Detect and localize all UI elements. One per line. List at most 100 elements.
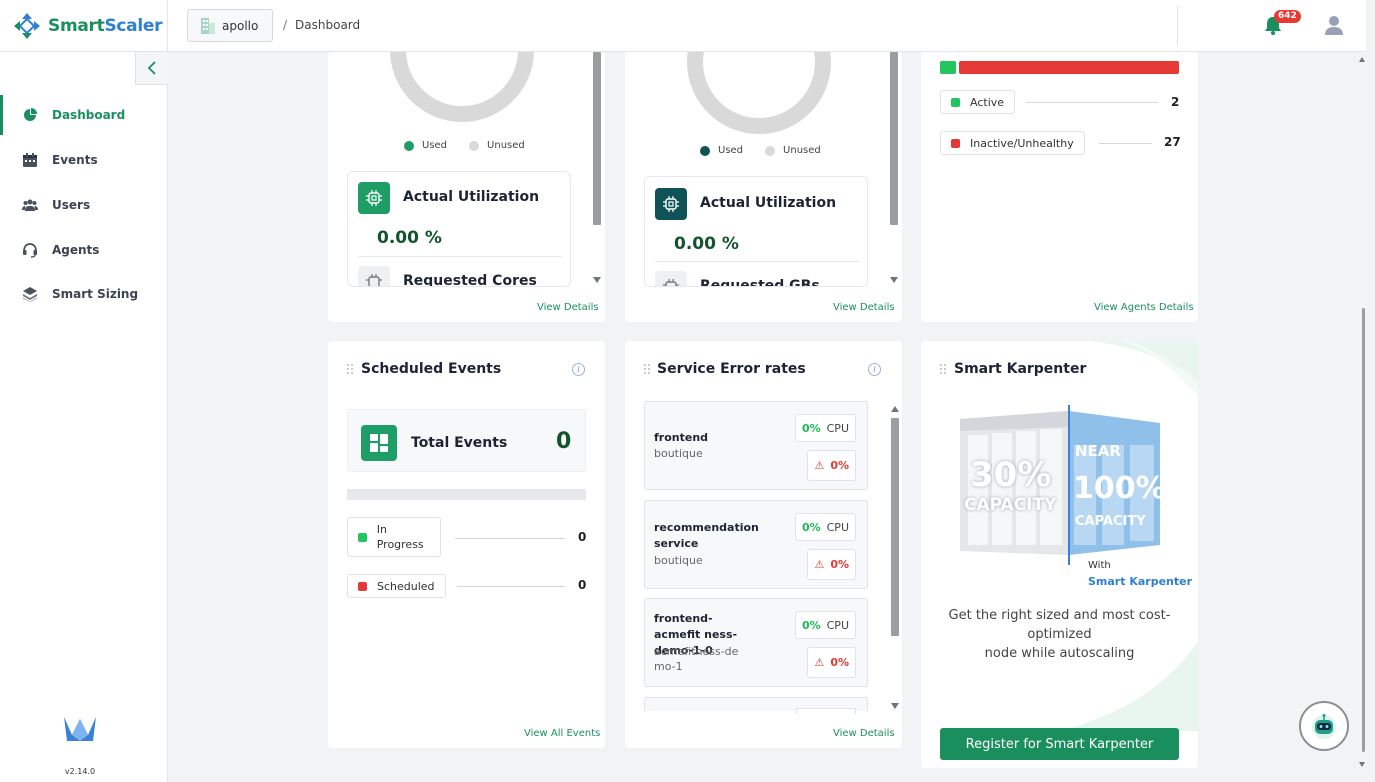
brand-name: SmartScaler [48,16,163,36]
cpu-card-scrollbar[interactable] [593,52,601,287]
inactive-line [1099,143,1152,144]
scroll-down-arrow-icon[interactable] [890,277,898,283]
in-progress-line [455,538,565,539]
service-error-rates-card: Service Error rates i frontend boutique … [625,341,902,748]
error-list-scrollbar[interactable] [891,418,899,698]
org-selector[interactable]: apollo [187,9,273,42]
illustration-capacity-left: CAPACITY [964,495,1057,515]
sidebar-item-users[interactable]: Users [0,185,167,225]
requested-gbs-label: Requested GBs [700,278,820,287]
cpu-rate-pill: 0% CPU [794,611,856,639]
memory-card-scrollbar[interactable] [890,52,898,287]
error-rate-pill: ⚠ 0% [807,549,856,580]
sidebar-item-label: Smart Sizing [52,287,139,301]
service-namespace: boutique [654,554,703,567]
error-rate-pill: ⚠ 0% [807,450,856,481]
info-icon[interactable]: i [868,363,881,376]
scroll-down-arrow-icon[interactable] [891,703,899,709]
drag-handle-icon[interactable] [940,364,948,376]
cpu-card: Used Unused Actual Utilization 0.00 % Re… [328,52,605,322]
cpu-view-details-link[interactable]: View Details [537,302,599,313]
divider [358,256,562,257]
active-label: Active [970,95,1005,109]
page-scroll-up-icon[interactable] [1359,57,1365,62]
cpu-rate-pill: 0% CPU [794,513,856,541]
sidebar-item-smart-sizing[interactable]: Smart Sizing [0,274,167,314]
scroll-down-arrow-icon[interactable] [593,277,601,283]
sidebar-item-dashboard[interactable]: Dashboard [0,95,167,135]
drag-handle-icon[interactable] [347,364,355,376]
dashboard-grid-icon [361,425,397,461]
scheduled-pill: Scheduled [347,574,446,598]
inactive-label: Inactive/Unhealthy [970,136,1074,150]
chatbot-button[interactable] [1299,701,1349,751]
active-line [1026,102,1158,103]
illustration-near-label: NEAR [1075,442,1121,460]
cpu-rate: 0% [801,520,821,534]
user-avatar-icon[interactable] [1323,14,1345,36]
memory-view-details-link[interactable]: View Details [833,302,895,313]
sidebar-item-label: Events [52,153,98,167]
sidebar-item-agents[interactable]: Agents [0,230,167,270]
with-brand-label: Smart Karpenter [1088,575,1193,588]
drag-handle-icon[interactable] [644,364,652,376]
cpu-label: CPU [826,421,849,435]
service-item[interactable]: frontend boutique 0% CPU ⚠ 0% [644,401,868,490]
smartscaler-logo-icon [14,13,40,39]
sidebar-collapse-button[interactable] [135,51,168,85]
card-title: Smart Karpenter [954,361,1087,377]
topbar-divider-right [1177,6,1178,46]
inactive-square [951,138,960,148]
agents-card: Active 2 Inactive/Unhealthy 27 View Agen… [921,52,1198,322]
view-agents-details-link[interactable]: View Agents Details [1094,302,1194,313]
sidebar: Dashboard Events Users Agents Smart Sizi… [0,52,168,782]
sidebar-item-label: Agents [52,243,100,257]
scrollbar-thumb[interactable] [891,418,899,636]
service-item-partial[interactable] [644,697,868,714]
actual-utilization-value: 0.00 % [377,228,442,248]
requested-chip-icon [358,266,390,286]
scrollbar-thumb[interactable] [593,52,601,225]
scheduled-count: 0 [578,578,587,592]
register-smart-karpenter-button[interactable]: Register for Smart Karpenter [940,728,1179,760]
active-square [951,97,960,107]
page-scrollbar-thumb[interactable] [1362,308,1365,752]
cpu-rate-pill: 0% CPU [794,414,856,442]
legend-unused-label: Unused [783,145,821,156]
scheduled-label: Scheduled [377,579,435,593]
cpu-label: CPU [826,520,849,534]
total-events-label: Total Events [411,435,508,451]
sidebar-item-label: Dashboard [52,108,126,122]
topbar-divider [167,0,168,52]
legend-used-label: Used [718,145,744,156]
info-icon[interactable]: i [572,363,585,376]
used-dot [404,140,414,151]
smart-sizing-icon [23,287,37,302]
brand-logo[interactable]: SmartScaler [12,11,162,41]
unused-dot [765,145,776,156]
scrollbar-thumb[interactable] [890,52,898,225]
partial-pill [796,708,856,714]
page-scroll-down-icon[interactable] [1359,762,1365,767]
scroll-up-arrow-icon[interactable] [891,406,899,412]
notification-badge: 642 [1274,10,1301,23]
total-events-value: 0 [556,429,572,454]
inactive-count: 27 [1164,135,1181,149]
cpu-utilization-box: Actual Utilization 0.00 % Requested Core… [347,171,571,287]
service-item[interactable]: frontend-acmefit ness-demo-1-0 acmefitne… [644,598,868,687]
view-all-events-link[interactable]: View All Events [524,728,600,739]
in-progress-label: In Progress [376,523,424,551]
sidebar-item-events[interactable]: Events [0,140,167,180]
card-title: Scheduled Events [361,361,502,377]
memory-chip-icon [655,188,687,220]
illustration-100-label: 100% [1073,471,1166,506]
scheduled-line [457,586,565,587]
decorative-wave-top [1091,341,1198,396]
error-view-details-link[interactable]: View Details [833,728,895,739]
service-item[interactable]: recommendation service boutique 0% CPU ⚠ 0… [644,500,868,589]
total-events-box: Total Events 0 [347,409,586,472]
cpu-chip-icon [358,182,390,214]
in-progress-pill: In Progress [347,517,441,557]
error-rate-pill: ⚠ 0% [807,647,856,678]
illustration-30-label: 30% [970,455,1052,495]
